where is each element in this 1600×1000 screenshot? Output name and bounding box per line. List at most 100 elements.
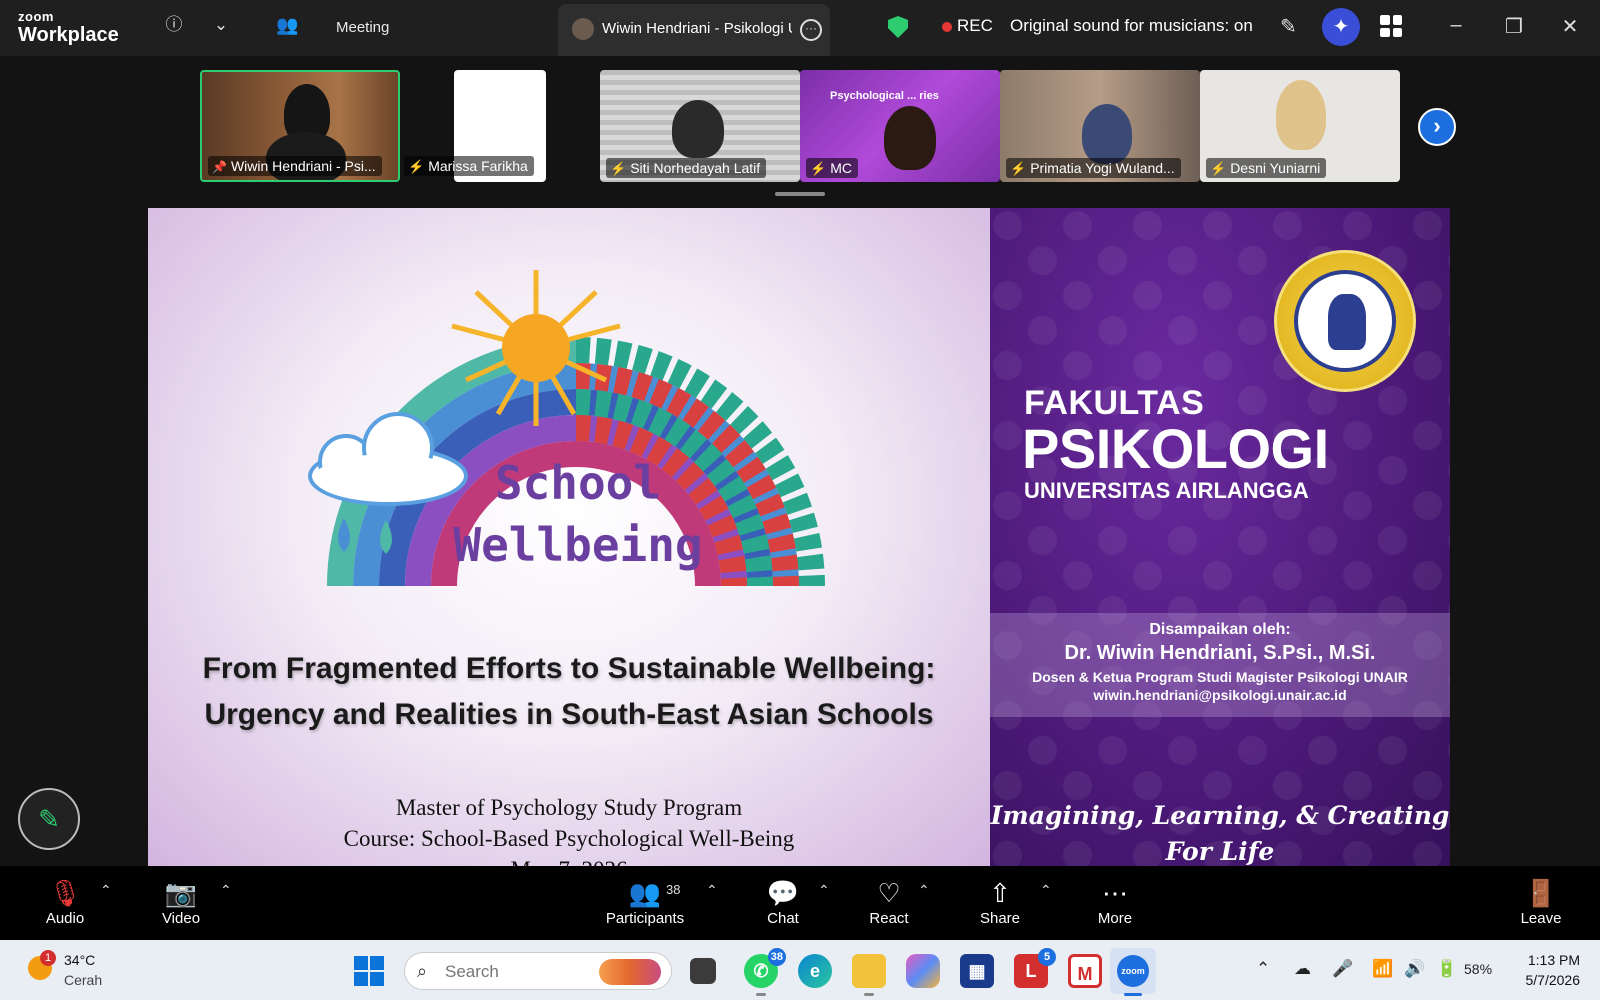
task-view-icon[interactable]	[690, 958, 716, 984]
participant-name-label: ⚡ Marissa Farikha	[404, 156, 534, 176]
leave-door-icon: 🚪	[1524, 878, 1558, 908]
faculty-name: PSIKOLOGI	[1022, 417, 1329, 480]
participant-name-float: ⚡ Marissa Farikha	[404, 152, 554, 176]
participant-name-label: ⚡ Primatia Yogi Wuland...	[1006, 158, 1181, 178]
original-sound-notice[interactable]: Original sound for musicians: on	[1010, 16, 1253, 36]
active-meeting-tab[interactable]: Wiwin Hendriani - Psikologi U ···	[558, 4, 830, 56]
participant-tile[interactable]: ⚡ Siti Norhedayah Latif	[600, 70, 800, 182]
muted-mic-icon: ⚡	[408, 159, 425, 174]
battery-icon[interactable]: 🔋	[1436, 959, 1457, 979]
participant-tile[interactable]: Psychological ... ries ⚡ MC	[800, 70, 1000, 182]
zoom-window: zoom Workplace ⓘ ⌄ 👥 Meeting Wiwin Hendr…	[0, 0, 1600, 1000]
participant-tile[interactable]: 📌 Wiwin Hendriani - Psi...	[200, 70, 400, 182]
rec-indicator[interactable]: REC	[957, 16, 993, 36]
mcafee-shield-icon[interactable]: M	[1068, 954, 1102, 988]
microsoft-store-icon[interactable]: ▦	[960, 954, 994, 988]
chat-options-caret[interactable]: ⌃	[818, 882, 830, 899]
audio-label: Audio	[45, 910, 85, 927]
volume-icon[interactable]: 🔊	[1404, 959, 1425, 979]
wifi-icon[interactable]: 📶	[1372, 959, 1393, 979]
cloud-sync-off-icon[interactable]: ☁	[1294, 959, 1311, 979]
weather-badge: 1	[40, 950, 56, 966]
chat-button[interactable]: 💬 Chat	[762, 876, 804, 927]
whatsapp-icon[interactable]: ✆ 38	[744, 948, 786, 996]
search-input[interactable]	[445, 961, 595, 983]
pin-icon: 📌	[212, 160, 227, 174]
muted-mic-icon: ⚡	[1010, 161, 1027, 176]
restore-icon[interactable]: ❐	[1502, 14, 1526, 39]
taskbar-search[interactable]: ⌕	[404, 952, 672, 990]
next-page-arrow-icon[interactable]: ›	[1418, 108, 1456, 146]
presenter-email: wiwin.hendriani@psikologi.unair.ac.id	[1093, 687, 1347, 703]
participant-name: Wiwin Hendriani - Psi...	[230, 158, 376, 174]
file-explorer-icon[interactable]	[852, 954, 886, 996]
react-options-caret[interactable]: ⌃	[918, 882, 930, 899]
react-button[interactable]: ♡ React	[866, 876, 912, 927]
participant-video	[672, 100, 724, 158]
faculty-tagline: Imagining, Learning, & Creating For Life	[990, 798, 1450, 866]
annotate-pencil-icon[interactable]: ✎	[18, 788, 80, 850]
audio-button[interactable]: 🎙 Audio	[40, 876, 90, 927]
title-bar: zoom Workplace ⓘ ⌄ 👥 Meeting Wiwin Hendr…	[0, 0, 1600, 56]
participant-name: Siti Norhedayah Latif	[630, 160, 761, 176]
more-button[interactable]: ⋯ More	[1092, 876, 1138, 927]
participant-name-label: ⚡ MC	[806, 158, 858, 178]
presented-by-label: Disampaikan oleh:	[1149, 621, 1291, 638]
video-off-icon: 📷	[164, 878, 198, 908]
apps-grid-icon[interactable]	[1380, 15, 1402, 37]
participant-tile[interactable]: ⚡ Desni Yuniarni	[1200, 70, 1400, 182]
clock-date: 5/7/2026	[1525, 972, 1581, 988]
presenter-box: Disampaikan oleh: Dr. Wiwin Hendriani, S…	[990, 613, 1450, 717]
meeting-tab[interactable]: Meeting	[336, 19, 389, 36]
windows-start-icon[interactable]	[354, 956, 384, 986]
participant-name-label: ⚡ Desni Yuniarni	[1206, 158, 1327, 178]
minimize-icon[interactable]: –	[1444, 14, 1468, 37]
leave-button[interactable]: 🚪 Leave	[1516, 876, 1566, 927]
share-options-caret[interactable]: ⌃	[1040, 882, 1052, 899]
program-line: Master of Psychology Study Program	[395, 795, 743, 820]
active-tab-title: Wiwin Hendriani - Psikologi U	[602, 20, 792, 37]
system-clock[interactable]: 1:13 PM 5/7/2026	[1504, 950, 1581, 990]
audio-options-caret[interactable]: ⌃	[100, 882, 112, 899]
participants-count: 38	[666, 882, 681, 897]
microphone-in-use-icon[interactable]: 🎤	[1332, 959, 1353, 979]
video-options-caret[interactable]: ⌃	[220, 882, 232, 899]
participants-label: Participants	[605, 910, 685, 927]
close-icon[interactable]: ✕	[1558, 14, 1582, 39]
logo-word-wellbeing: Wellbeing	[453, 518, 703, 572]
participant-name: Desni Yuniarni	[1230, 160, 1321, 176]
info-icon[interactable]: ⓘ	[163, 14, 185, 36]
video-button[interactable]: 📷 Video	[156, 876, 206, 927]
l-app-icon[interactable]: L5	[1014, 948, 1056, 988]
participants-options-caret[interactable]: ⌃	[706, 882, 718, 899]
show-hidden-icons-icon[interactable]: ⌃	[1256, 959, 1270, 979]
date-line: May 7, 2026	[148, 854, 990, 866]
l-app-badge: 5	[1038, 948, 1056, 966]
encryption-shield-icon[interactable]	[888, 16, 908, 38]
edge-browser-icon[interactable]: e	[798, 954, 832, 988]
tagline-line2: For Life	[1165, 837, 1275, 866]
more-options-icon[interactable]: ···	[800, 19, 822, 41]
share-screen-icon: ⇧	[989, 878, 1011, 908]
muted-mic-icon: ⚡	[1210, 161, 1227, 176]
edit-pencil-icon[interactable]: ✎	[1280, 14, 1297, 39]
share-label: Share	[979, 910, 1021, 927]
meeting-people-icon: 👥	[276, 15, 299, 35]
participant-gallery-strip: 📌 Wiwin Hendriani - Psi... ⚡ Marissa Farik…	[0, 56, 1600, 206]
participant-tile[interactable]: ⚡ Primatia Yogi Wuland...	[1000, 70, 1200, 182]
strip-resize-handle[interactable]	[775, 192, 825, 196]
zoom-workplace-logo: zoom Workplace	[18, 10, 119, 45]
battery-percent: 58%	[1464, 961, 1493, 977]
logo-text: School Wellbeing	[148, 452, 990, 576]
clock-time: 1:13 PM	[1527, 952, 1580, 968]
ai-companion-icon[interactable]: ✦	[1322, 8, 1360, 46]
muted-mic-icon: 🎙	[48, 878, 82, 908]
zoom-app-icon[interactable]: zoom	[1110, 948, 1156, 996]
video-label: Video	[161, 910, 201, 927]
chevron-down-icon[interactable]: ⌄	[210, 14, 232, 36]
weather-condition: Cerah	[64, 972, 103, 988]
heart-icon: ♡	[877, 878, 901, 908]
participant-avatar	[1276, 80, 1326, 150]
copilot-icon[interactable]	[906, 954, 940, 988]
share-button[interactable]: ⇧ Share	[976, 876, 1024, 927]
